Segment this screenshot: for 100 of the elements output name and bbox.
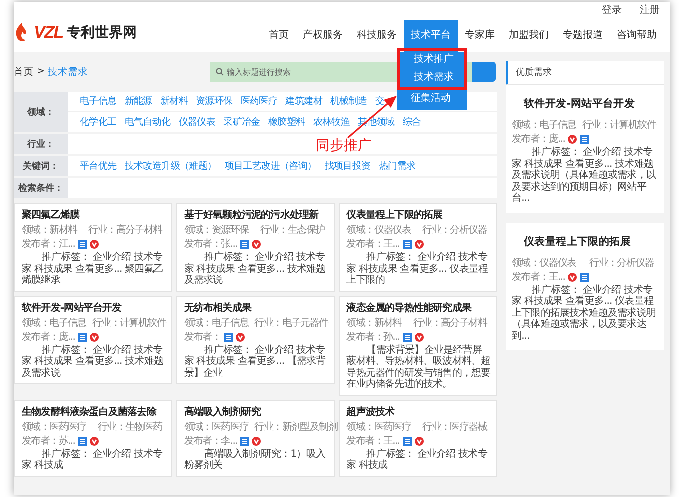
card-description: 推广标签： 企业介绍 技术专家 科技成 bbox=[346, 448, 488, 472]
card-title[interactable]: 软件开发-网站平台开发 bbox=[22, 300, 166, 314]
sidebar-card[interactable]: 软件开发-网站平台开发 领域：电子信息 行业：计算机软件 发布者：庞... 推广标签： 企业介绍 技术专家 科技成果 查看更多... 技术难题及需求说明（具体难题或需求，以及要求达到的预期目标）网站平台... bbox=[506, 85, 664, 212]
field-label: 领域：电子信息 bbox=[22, 316, 86, 330]
field-label: 领域：仪器仪表 bbox=[346, 224, 412, 237]
publisher-label: 发布者：王... bbox=[346, 434, 400, 448]
nav-item[interactable]: 技术平台 bbox=[404, 20, 458, 52]
filter-option[interactable]: 热门需求 bbox=[378, 160, 416, 172]
field-label: 领域：医药医疗 bbox=[346, 420, 412, 434]
filter-option[interactable]: 新能源 bbox=[124, 95, 152, 108]
card-description: 推广标签： 企业介绍 技术专家 科技成果 查看更多... 技术难题及需求说明（具体难题或需求，以及要求达到的预期目标）网站平台... bbox=[512, 147, 658, 204]
demand-card[interactable]: 生物发酵料液杂蛋白及菌落去除 领域：医药医疗 行业：生物医药 发布者：苏... 推广标签： 企业介绍 技术专家 科技成 bbox=[14, 400, 172, 476]
filter-option[interactable]: 采矿冶金 bbox=[224, 116, 260, 128]
filter-option[interactable]: 机械制造 bbox=[330, 95, 368, 108]
square-badge-icon bbox=[78, 436, 88, 446]
filter-option[interactable]: 电气自动化 bbox=[124, 116, 171, 128]
card-title[interactable]: 高端吸入制剂研究 bbox=[184, 404, 329, 418]
filter-option[interactable]: 农林牧渔 bbox=[313, 116, 350, 128]
square-badge-icon bbox=[402, 332, 412, 342]
card-title[interactable]: 基于好氧颗粒污泥的污水处理新 bbox=[184, 208, 329, 222]
filter-option[interactable]: 医药医疗 bbox=[240, 95, 278, 108]
field-label: 领域：新材料 bbox=[346, 316, 402, 330]
industry-label: 行业：电子元器件 bbox=[254, 316, 328, 330]
demand-card[interactable]: 聚四氟乙烯膜 领域：新材料 行业：高分子材料 发布者：江... 推广标签： 企业介绍 技术专家 科技成果 查看更多... 聚四氟乙烯膜继承 bbox=[14, 203, 172, 292]
card-title[interactable]: 液态金属的导热性能研究成果 bbox=[346, 300, 491, 314]
filter-option[interactable]: 资源环保 bbox=[196, 95, 233, 108]
filter-option[interactable]: 橡胶塑料 bbox=[268, 116, 306, 128]
square-badge-icon bbox=[402, 436, 412, 446]
publisher-label: 发布者：苏... bbox=[22, 434, 76, 448]
field-label: 领域：医药医疗 bbox=[22, 420, 86, 434]
filter-option[interactable]: 仪器仪表 bbox=[178, 116, 216, 128]
filter-option[interactable]: 新材料 bbox=[160, 95, 188, 108]
filter-option[interactable]: 交 bbox=[375, 95, 384, 108]
publisher-label: 发布者：李... bbox=[184, 434, 238, 448]
round-badge-icon bbox=[90, 332, 100, 342]
top-link[interactable]: 登录 bbox=[602, 3, 622, 17]
site-name: 专利世界网 bbox=[67, 24, 138, 42]
industry-label: 行业：分析仪器 bbox=[590, 256, 654, 270]
search-button[interactable] bbox=[472, 62, 496, 82]
card-title[interactable]: 仪表量程上下限的拓展 bbox=[346, 208, 491, 222]
square-badge-icon bbox=[580, 272, 590, 282]
filter-option[interactable]: 化学化工 bbox=[80, 116, 117, 128]
industry-label: 行业：计算机软件 bbox=[582, 119, 656, 132]
demand-card[interactable]: 仪表量程上下限的拓展 领域：仪器仪表 行业：分析仪器 发布者：王... 推广标签： 企业介绍 技术专家 科技成果 查看更多... 仪表量程上下限的 bbox=[338, 203, 497, 292]
breadcrumb-link[interactable]: 首页 bbox=[14, 66, 34, 78]
card-description: 推广标签： 企业介绍 技术专家 科技成果 查看更多... 技术难题及需求说 bbox=[184, 252, 327, 286]
round-badge-icon bbox=[568, 272, 578, 282]
sidebar-card[interactable]: 仪表量程上下限的拓展 领域：仪器仪表 行业：分析仪器 发布者：王... 推广标签： 企业介绍 技术专家 科技成果 查看更多... 仪表量程上下限的拓展技术难题及需求说明（具体难题或需求，以及要求达到... bbox=[506, 222, 664, 350]
filter-option[interactable]: 技术改造升级（难题） bbox=[124, 160, 217, 172]
round-badge-icon bbox=[414, 240, 424, 249]
nav-item[interactable]: 咨询帮助 bbox=[610, 20, 664, 52]
demand-card[interactable]: 基于好氧颗粒污泥的污水处理新 领域：资源环保 行业：生态保护 发布者：张... 推广标签： 企业介绍 技术专家 科技成果 查看更多... 技术难题及需求说 bbox=[176, 203, 335, 292]
round-badge-icon bbox=[414, 332, 424, 342]
round-badge-icon bbox=[568, 135, 578, 144]
demand-card[interactable]: 无纺布相关成果 领域：电子信息 行业：电子元器件 发布者： 推广标签： 企业介绍 技术专家 科技成果 查看更多... 【需求背景】企业 bbox=[176, 296, 335, 384]
field-label: 领域：医药医疗 bbox=[184, 420, 249, 434]
demand-card[interactable]: 软件开发-网站平台开发 领域：电子信息 行业：计算机软件 发布者：庞... 推广标签： 企业介绍 技术专家 科技成果 查看更多... 技术难题及需求说 bbox=[14, 296, 172, 384]
publisher-label: 发布者：王... bbox=[512, 270, 566, 284]
logo-letters: VZL bbox=[34, 23, 64, 43]
industry-label: 行业：高分子材料 bbox=[88, 224, 162, 237]
publisher-label: 发布者：庞... bbox=[512, 133, 566, 146]
round-badge-icon bbox=[90, 436, 100, 446]
nav-item[interactable]: 专家库 bbox=[458, 20, 502, 52]
round-badge-icon bbox=[252, 240, 262, 249]
square-badge-icon bbox=[240, 436, 250, 446]
card-description: 推广标签： 企业介绍 技术专家 科技成果 查看更多... 仪表量程上下限的 bbox=[346, 252, 490, 286]
card-title[interactable]: 无纺布相关成果 bbox=[184, 300, 329, 314]
filter-option[interactable]: 建筑建材 bbox=[286, 95, 322, 108]
publisher-label: 发布者：王... bbox=[346, 238, 400, 251]
nav-item[interactable]: 首页 bbox=[262, 20, 296, 52]
filter-option[interactable]: 电子信息 bbox=[80, 95, 117, 108]
filter-label: 关键词： bbox=[14, 156, 68, 176]
nav-item[interactable]: 专题报道 bbox=[556, 20, 610, 52]
card-title[interactable]: 软件开发-网站平台开发 bbox=[512, 93, 658, 119]
card-title[interactable]: 超声波技术 bbox=[346, 404, 491, 418]
card-description: 推广标签： 企业介绍 技术专家 科技成果 查看更多... 技术难题及需求说 bbox=[22, 344, 164, 379]
nav-item[interactable]: 产权服务 bbox=[296, 20, 350, 52]
filter-option[interactable]: 平台优先 bbox=[80, 160, 117, 172]
nav-item[interactable]: 科技服务 bbox=[350, 20, 404, 52]
filter-option[interactable]: 项目工艺改进（咨询） bbox=[224, 160, 317, 172]
filter-option[interactable]: 综合 bbox=[402, 116, 422, 128]
nav-item[interactable]: 加盟我们 bbox=[502, 20, 556, 52]
demand-card[interactable]: 超声波技术 领域：医药医疗 行业：医疗器械 发布者：王... 推广标签： 企业介绍 技术专家 科技成 bbox=[338, 400, 497, 476]
breadcrumb-separator: > bbox=[37, 66, 45, 78]
dropdown-item[interactable]: 征集活动 bbox=[397, 90, 467, 108]
industry-label: 行业：医疗器械 bbox=[422, 420, 487, 434]
card-title[interactable]: 聚四氟乙烯膜 bbox=[22, 208, 166, 222]
field-label: 领域：电子信息 bbox=[512, 119, 576, 132]
card-description: 推广标签： 企业介绍 技术专家 科技成果 查看更多... 仪表量程上下限的拓展技术难题及需求说明（具体难题或需求，以及要求达到... bbox=[512, 284, 658, 342]
round-badge-icon bbox=[414, 436, 424, 446]
card-title[interactable]: 生物发酵料液杂蛋白及菌落去除 bbox=[22, 404, 166, 418]
sidebar-heading: 优质需求 bbox=[506, 61, 664, 85]
industry-label: 行业：分析仪器 bbox=[422, 224, 487, 237]
top-link[interactable]: 注册 bbox=[640, 3, 660, 17]
square-badge-icon bbox=[580, 135, 590, 144]
card-title[interactable]: 仪表量程上下限的拓展 bbox=[512, 230, 658, 256]
square-badge-icon bbox=[402, 240, 412, 249]
demand-card[interactable]: 液态金属的导热性能研究成果 领域：新材料 行业：高分子材料 发布者：孙... 【需求背景】企业是经营屏蔽材料、导热材料、吸波材料、超导热元器件的研发与销售的，想要在业内储备先进的技术。 bbox=[338, 296, 497, 396]
industry-label: 行业：新剂型及制剂 bbox=[254, 420, 338, 434]
filter-option[interactable]: 找项目投资 bbox=[324, 160, 371, 172]
